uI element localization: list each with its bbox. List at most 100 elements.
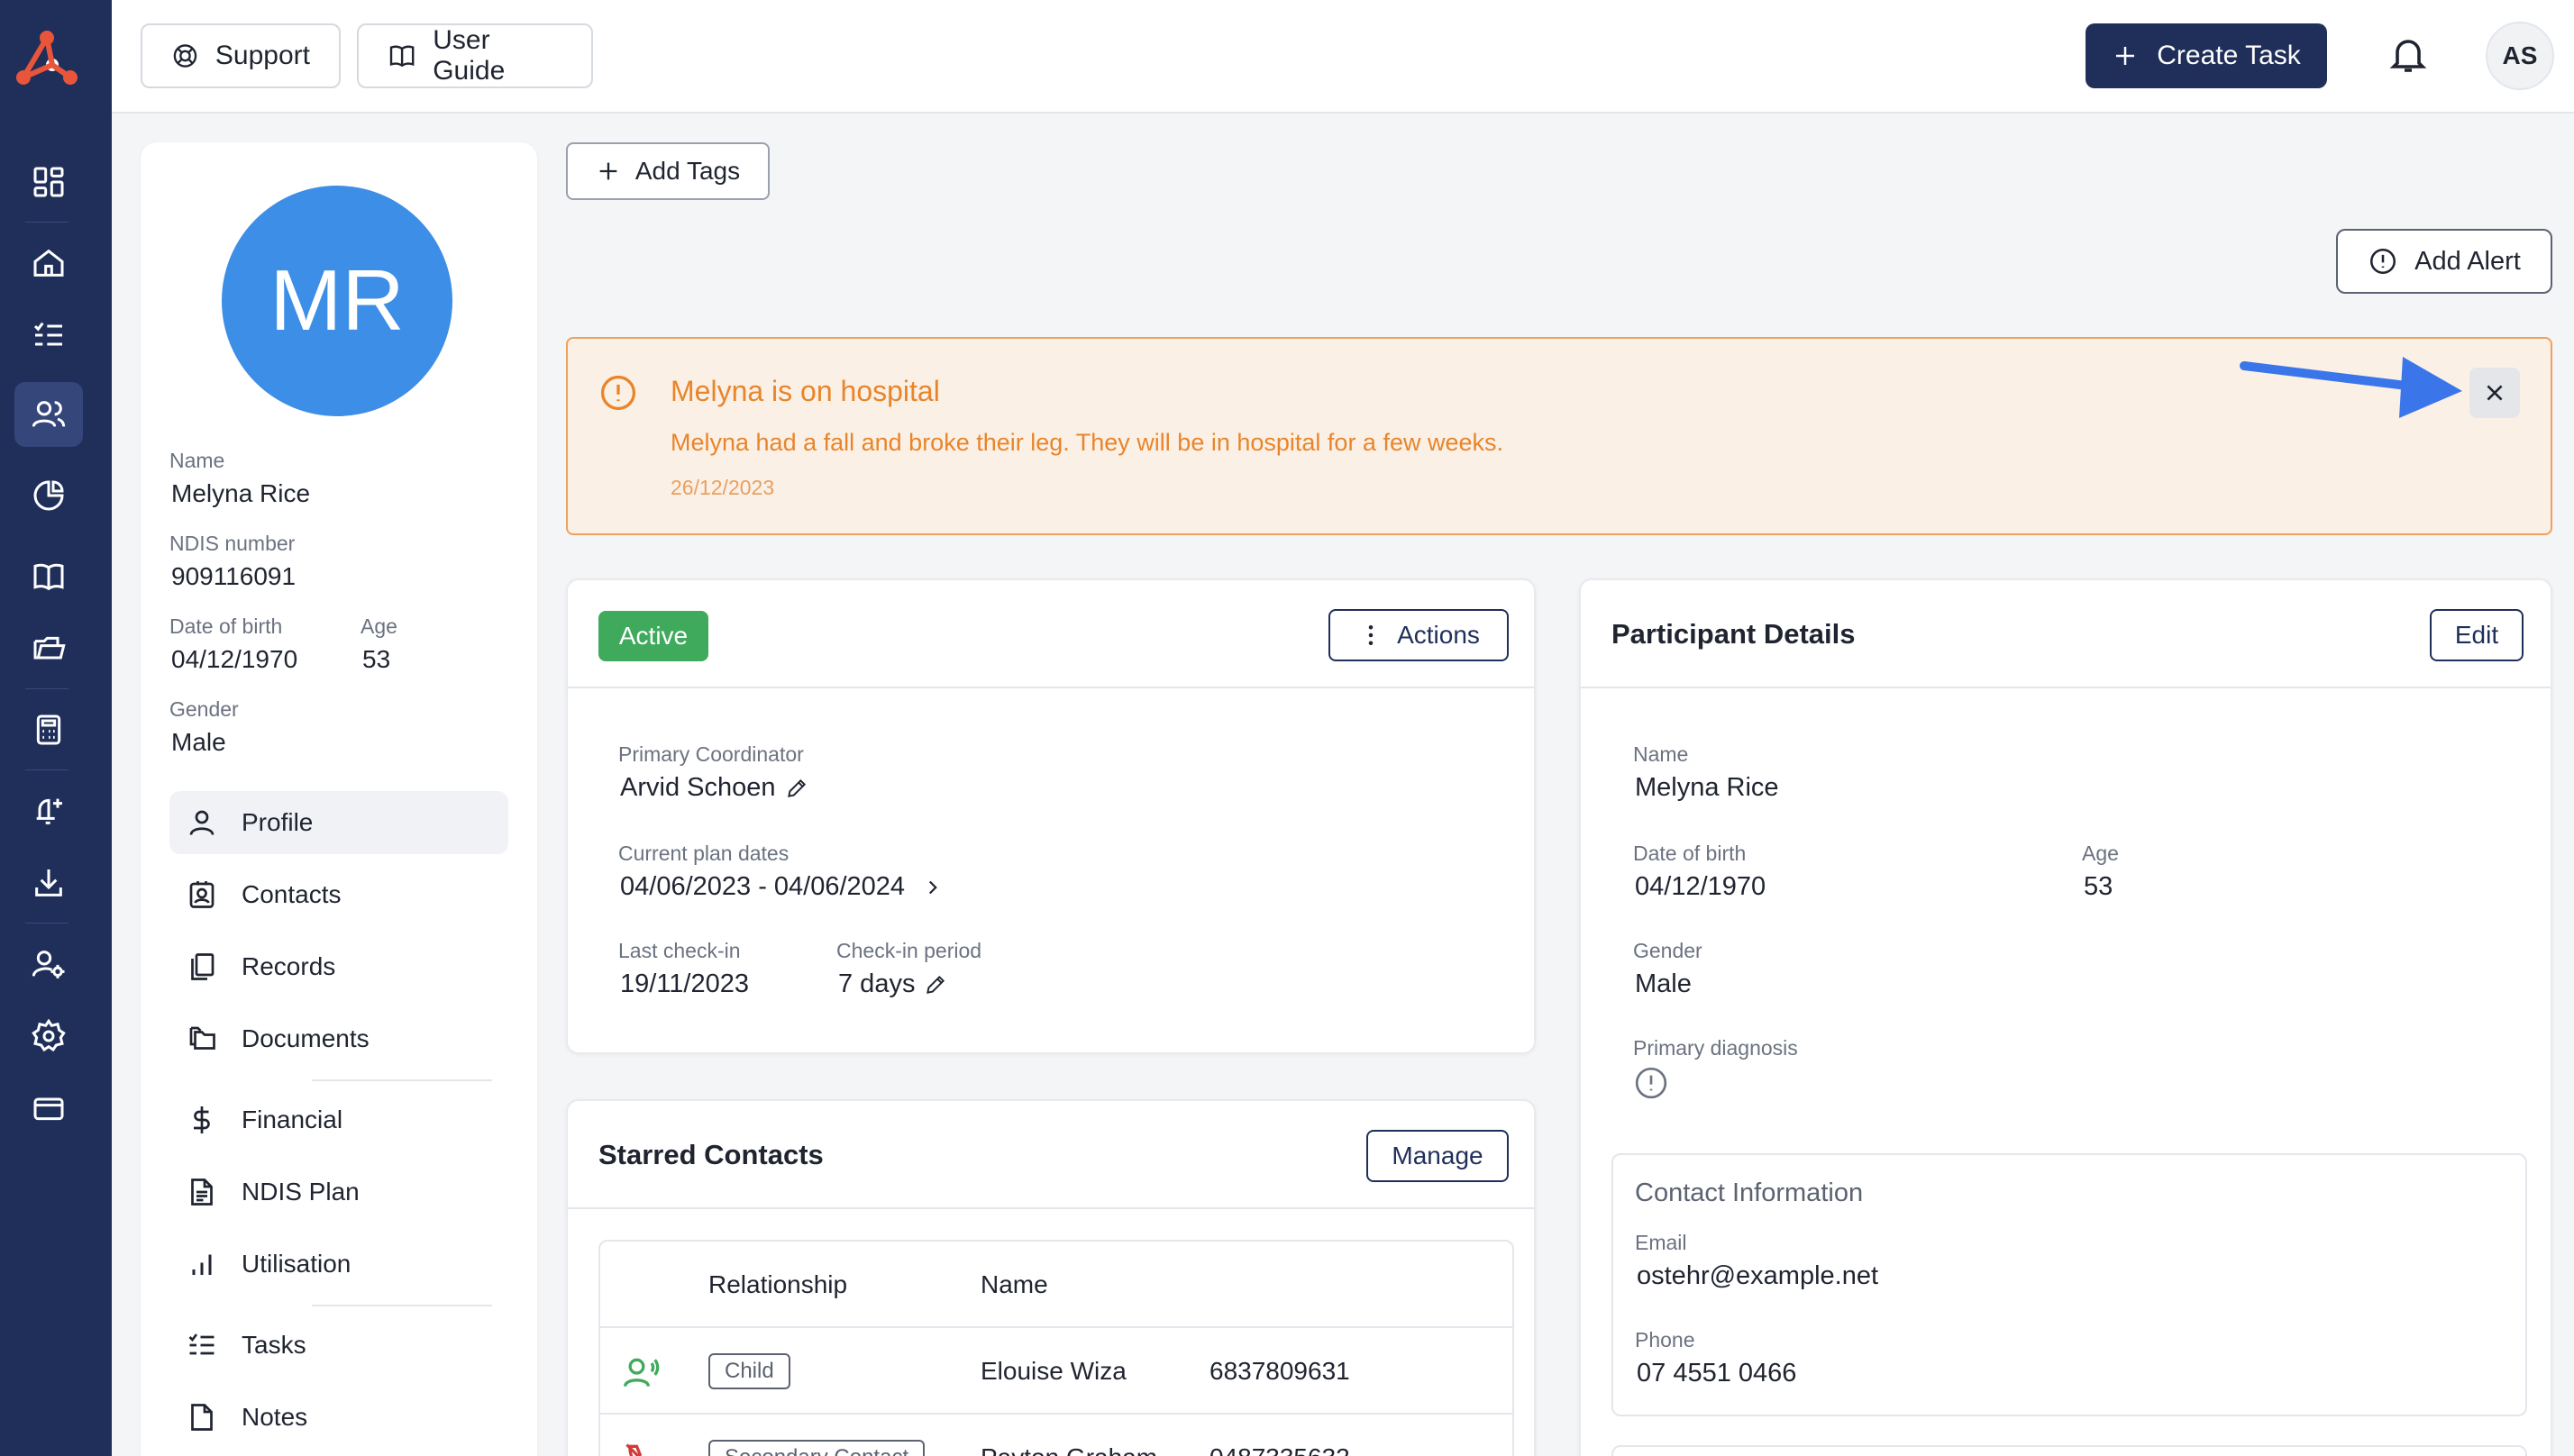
participants-icon[interactable]: [14, 382, 83, 447]
alert-title: Melyna is on hospital: [671, 375, 940, 407]
details-name-value: Melyna Rice: [1635, 773, 1779, 802]
nav-label: NDIS Plan: [242, 1178, 360, 1206]
details-name-label: Name: [1633, 742, 1689, 766]
folder-icon[interactable]: [14, 616, 83, 681]
plan-dates-value[interactable]: 04/06/2023 - 04/06/2024: [620, 872, 945, 902]
nav-label: Notes: [242, 1403, 308, 1431]
manage-button[interactable]: Manage: [1366, 1130, 1509, 1182]
add-tags-button[interactable]: Add Tags: [566, 142, 770, 200]
nav-label: Profile: [242, 808, 314, 836]
edit-button[interactable]: Edit: [2430, 609, 2524, 661]
contact-phone: 0487335632: [1209, 1443, 1350, 1456]
nav-item-financial[interactable]: Financial: [169, 1088, 508, 1151]
add-alert-button[interactable]: Add Alert: [2336, 229, 2552, 294]
status-card: Active Actions Primary Coordinator Arvid…: [566, 578, 1536, 1054]
nav-item-tasks[interactable]: Tasks: [169, 1314, 508, 1377]
app-logo-icon[interactable]: [13, 25, 81, 88]
nav-label: Tasks: [242, 1331, 306, 1359]
manage-label: Manage: [1392, 1142, 1483, 1169]
actions-button[interactable]: Actions: [1328, 609, 1509, 661]
nav-label: Utilisation: [242, 1250, 351, 1278]
user-avatar[interactable]: AS: [2486, 22, 2554, 90]
contact-name: Payton Graham: [981, 1443, 1157, 1456]
phone-off-icon: [625, 1443, 643, 1456]
coordinator-label: Primary Coordinator: [618, 742, 804, 766]
nav-item-records[interactable]: Records: [169, 935, 508, 998]
dollar-icon: [194, 1106, 210, 1133]
profile-card: MR Name Melyna Rice NDIS number 90911609…: [141, 142, 537, 1456]
plus-icon: [599, 162, 617, 180]
alert-circle-icon: [2370, 248, 2396, 275]
close-icon: [2487, 385, 2503, 401]
credit-card-icon[interactable]: [14, 1076, 83, 1141]
checkin-period-label: Check-in period: [836, 939, 982, 962]
contact-name: Elouise Wiza: [981, 1357, 1127, 1385]
user-settings-icon[interactable]: [14, 932, 83, 996]
notifications-bell-icon[interactable]: [2379, 25, 2437, 83]
gender-label: Gender: [169, 697, 239, 721]
bar-chart-icon: [192, 1254, 212, 1275]
details-dob-value: 04/12/1970: [1635, 872, 1766, 901]
details-gender-label: Gender: [1633, 939, 1702, 962]
participant-details-header: Participant Details Edit: [1581, 580, 2551, 688]
warning-circle-icon: [600, 375, 636, 411]
info-circle-icon[interactable]: [1633, 1065, 1669, 1101]
lifebuoy-icon: [173, 44, 197, 68]
alert-body: Melyna had a fall and broke their leg. T…: [671, 429, 1503, 456]
checklist-icon[interactable]: [14, 303, 83, 368]
dashboard-icon[interactable]: [14, 150, 83, 214]
contact-person-icon: [624, 1358, 660, 1388]
plus-icon: [2116, 47, 2135, 65]
status-badge: Active: [598, 611, 708, 661]
nav-item-notes[interactable]: Notes: [169, 1386, 508, 1449]
add-tags-label: Add Tags: [634, 157, 741, 185]
user-guide-button[interactable]: User Guide: [357, 23, 593, 88]
dismiss-alert-button[interactable]: [2469, 368, 2520, 418]
contact-information-card: Contact Information Email ostehr@example…: [1611, 1153, 2527, 1416]
add-alert-label: Add Alert: [2414, 246, 2521, 276]
home-icon[interactable]: [14, 231, 83, 296]
age-value: 53: [362, 645, 391, 673]
participant-name: Melyna Rice: [171, 479, 311, 507]
participant-avatar: MR: [222, 186, 452, 416]
contact-phone: 6837809631: [1209, 1357, 1350, 1385]
top-bar: Support User Guide Create Task AS: [112, 0, 2574, 114]
phone-value[interactable]: 07 4551 0466: [1637, 1359, 1796, 1388]
download-icon[interactable]: [14, 851, 83, 915]
participant-details-title: Participant Details: [1611, 618, 1856, 650]
bell-plus-icon[interactable]: [14, 778, 83, 843]
contact-info-title: Contact Information: [1635, 1178, 1864, 1207]
create-task-button[interactable]: Create Task: [2086, 23, 2327, 88]
book-icon[interactable]: [14, 544, 83, 609]
contact-card-icon: [189, 881, 214, 908]
user-icon: [189, 810, 214, 835]
phone-label: Phone: [1635, 1328, 1695, 1351]
nav-label: Contacts: [242, 880, 342, 908]
nav-item-profile[interactable]: Profile: [169, 791, 508, 854]
actions-label: Actions: [1397, 621, 1480, 649]
column-header-relationship: Relationship: [708, 1270, 848, 1298]
reports-pie-icon[interactable]: [14, 463, 83, 528]
nav-item-utilisation[interactable]: Utilisation: [169, 1233, 508, 1296]
nav-item-documents[interactable]: Documents: [169, 1007, 508, 1070]
coordinator-value: Arvid Schoen: [620, 773, 808, 803]
edit-pencil-icon[interactable]: [785, 777, 808, 800]
nav-item-ndis-plan[interactable]: NDIS Plan: [169, 1160, 508, 1224]
email-value[interactable]: ostehr@example.net: [1637, 1261, 1878, 1291]
email-label: Email: [1635, 1231, 1687, 1254]
details-gender-value: Male: [1635, 969, 1692, 998]
column-header-name: Name: [981, 1270, 1048, 1298]
dob-label: Date of birth: [169, 614, 283, 638]
nav-item-contacts[interactable]: Contacts: [169, 863, 508, 926]
settings-gear-icon[interactable]: [14, 1004, 83, 1069]
checkin-period-value: 7 days: [838, 969, 947, 999]
table-row[interactable]: Secondary Contact Payton Graham 04873356…: [600, 1413, 1512, 1456]
table-row[interactable]: Child Elouise Wiza 6837809631: [600, 1326, 1512, 1413]
edit-pencil-icon[interactable]: [924, 973, 947, 996]
support-button[interactable]: Support: [141, 23, 341, 88]
edit-label: Edit: [2454, 621, 2499, 649]
ndis-label: NDIS number: [169, 532, 296, 555]
calculator-icon[interactable]: [14, 697, 83, 762]
next-subcard: [1611, 1445, 2527, 1456]
details-age-label: Age: [2082, 842, 2119, 865]
